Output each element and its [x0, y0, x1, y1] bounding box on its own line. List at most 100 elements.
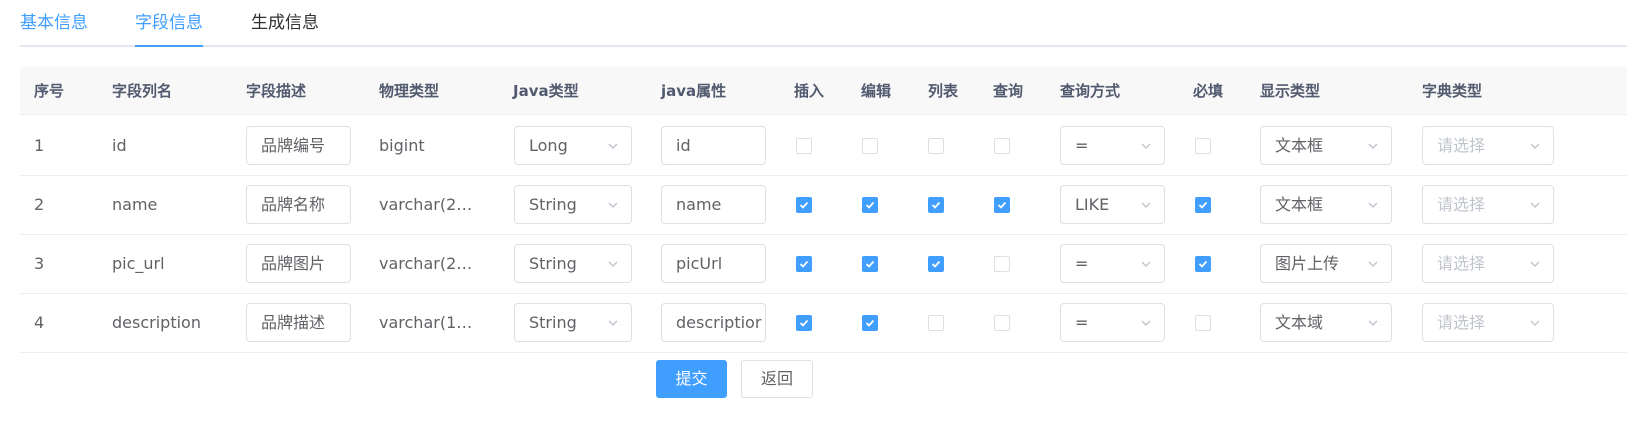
- query-type-select[interactable]: =: [1060, 244, 1165, 283]
- java-field-input[interactable]: name: [661, 185, 766, 224]
- query-checkbox[interactable]: [994, 138, 1010, 154]
- table-row: 1 id 品牌编号 bigint Long id = 文本框 请选择: [20, 115, 1627, 176]
- display-type-value: 文本框: [1275, 195, 1324, 214]
- col-header-physical-type: 物理类型: [379, 82, 440, 100]
- chevron-down-icon: [1530, 202, 1540, 208]
- java-type-select[interactable]: String: [514, 244, 632, 283]
- query-checkbox[interactable]: [994, 197, 1010, 213]
- required-checkbox[interactable]: [1195, 138, 1211, 154]
- java-type-value: String: [529, 313, 577, 332]
- chevron-down-icon: [608, 202, 618, 208]
- table-row: 3 pic_url 品牌图片 varchar(255) String picUrl = 图片上…: [20, 233, 1627, 294]
- insert-checkbox[interactable]: [796, 138, 812, 154]
- dict-type-select[interactable]: 请选择: [1422, 303, 1554, 342]
- cell-physical-type: bigint: [379, 136, 425, 155]
- chevron-down-icon: [608, 261, 618, 267]
- tab-field-info[interactable]: 字段信息: [135, 12, 203, 34]
- dict-type-select[interactable]: 请选择: [1422, 185, 1554, 224]
- chevron-down-icon: [1368, 261, 1378, 267]
- chevron-down-icon: [1141, 202, 1151, 208]
- check-icon: [799, 260, 809, 268]
- col-header-edit: 编辑: [861, 82, 892, 100]
- check-icon: [799, 319, 809, 327]
- java-type-select[interactable]: String: [514, 303, 632, 342]
- check-icon: [865, 201, 875, 209]
- active-tab-indicator: [135, 45, 203, 47]
- insert-checkbox[interactable]: [796, 315, 812, 331]
- query-type-select[interactable]: =: [1060, 126, 1165, 165]
- cell-column-name: name: [112, 195, 158, 214]
- chevron-down-icon: [608, 143, 618, 149]
- query-type-select[interactable]: LIKE: [1060, 185, 1165, 224]
- check-icon: [931, 201, 941, 209]
- edit-checkbox[interactable]: [862, 138, 878, 154]
- java-type-value: String: [529, 195, 577, 214]
- insert-checkbox[interactable]: [796, 256, 812, 272]
- tab-generate-info[interactable]: 生成信息: [251, 12, 319, 34]
- insert-checkbox[interactable]: [796, 197, 812, 213]
- col-header-query-type: 查询方式: [1060, 82, 1121, 100]
- dict-type-placeholder: 请选择: [1437, 136, 1486, 155]
- chevron-down-icon: [1368, 320, 1378, 326]
- required-checkbox[interactable]: [1195, 197, 1211, 213]
- chevron-down-icon: [1530, 261, 1540, 267]
- display-type-value: 文本框: [1275, 136, 1324, 155]
- tab-divider: [20, 45, 1627, 47]
- col-header-display-type: 显示类型: [1260, 82, 1321, 100]
- chevron-down-icon: [1141, 261, 1151, 267]
- back-button[interactable]: 返回: [741, 360, 813, 398]
- java-type-select[interactable]: String: [514, 185, 632, 224]
- dict-type-select[interactable]: 请选择: [1422, 244, 1554, 283]
- required-checkbox[interactable]: [1195, 256, 1211, 272]
- check-icon: [799, 201, 809, 209]
- col-header-required: 必填: [1193, 82, 1224, 100]
- chevron-down-icon: [1141, 143, 1151, 149]
- col-header-java-field: java属性: [661, 82, 727, 100]
- col-header-query: 查询: [993, 82, 1024, 100]
- display-type-select[interactable]: 文本域: [1260, 303, 1392, 342]
- java-field-input[interactable]: descriptior: [661, 303, 766, 342]
- display-type-select[interactable]: 图片上传: [1260, 244, 1392, 283]
- col-header-dict-type: 字典类型: [1422, 82, 1483, 100]
- query-checkbox[interactable]: [994, 315, 1010, 331]
- edit-checkbox[interactable]: [862, 256, 878, 272]
- description-input[interactable]: 品牌编号: [246, 126, 351, 165]
- cell-index: 4: [34, 313, 45, 332]
- java-type-value: String: [529, 254, 577, 273]
- submit-button[interactable]: 提交: [656, 360, 727, 398]
- java-field-input[interactable]: id: [661, 126, 766, 165]
- description-input[interactable]: 品牌名称: [246, 185, 351, 224]
- cell-index: 3: [34, 254, 45, 273]
- query-type-value: =: [1075, 136, 1089, 155]
- description-input[interactable]: 品牌描述: [246, 303, 351, 342]
- dict-type-placeholder: 请选择: [1437, 254, 1486, 273]
- query-checkbox[interactable]: [994, 256, 1010, 272]
- check-icon: [865, 319, 875, 327]
- tab-basic-info[interactable]: 基本信息: [20, 12, 88, 34]
- display-type-select[interactable]: 文本框: [1260, 185, 1392, 224]
- java-type-select[interactable]: Long: [514, 126, 632, 165]
- col-header-list: 列表: [928, 82, 959, 100]
- cell-physical-type: varchar(255): [379, 254, 481, 273]
- list-checkbox[interactable]: [928, 138, 944, 154]
- query-type-value: LIKE: [1075, 195, 1110, 214]
- query-type-value: =: [1075, 313, 1089, 332]
- chevron-down-icon: [1530, 320, 1540, 326]
- list-checkbox[interactable]: [928, 197, 944, 213]
- required-checkbox[interactable]: [1195, 315, 1211, 331]
- check-icon: [1198, 201, 1208, 209]
- description-input[interactable]: 品牌图片: [246, 244, 351, 283]
- edit-checkbox[interactable]: [862, 197, 878, 213]
- dict-type-placeholder: 请选择: [1437, 313, 1486, 332]
- java-field-input[interactable]: picUrl: [661, 244, 766, 283]
- check-icon: [1198, 260, 1208, 268]
- list-checkbox[interactable]: [928, 315, 944, 331]
- dict-type-select[interactable]: 请选择: [1422, 126, 1554, 165]
- query-type-select[interactable]: =: [1060, 303, 1165, 342]
- chevron-down-icon: [1368, 143, 1378, 149]
- display-type-select[interactable]: 文本框: [1260, 126, 1392, 165]
- check-icon: [997, 201, 1007, 209]
- edit-checkbox[interactable]: [862, 315, 878, 331]
- col-header-insert: 插入: [794, 82, 825, 100]
- list-checkbox[interactable]: [928, 256, 944, 272]
